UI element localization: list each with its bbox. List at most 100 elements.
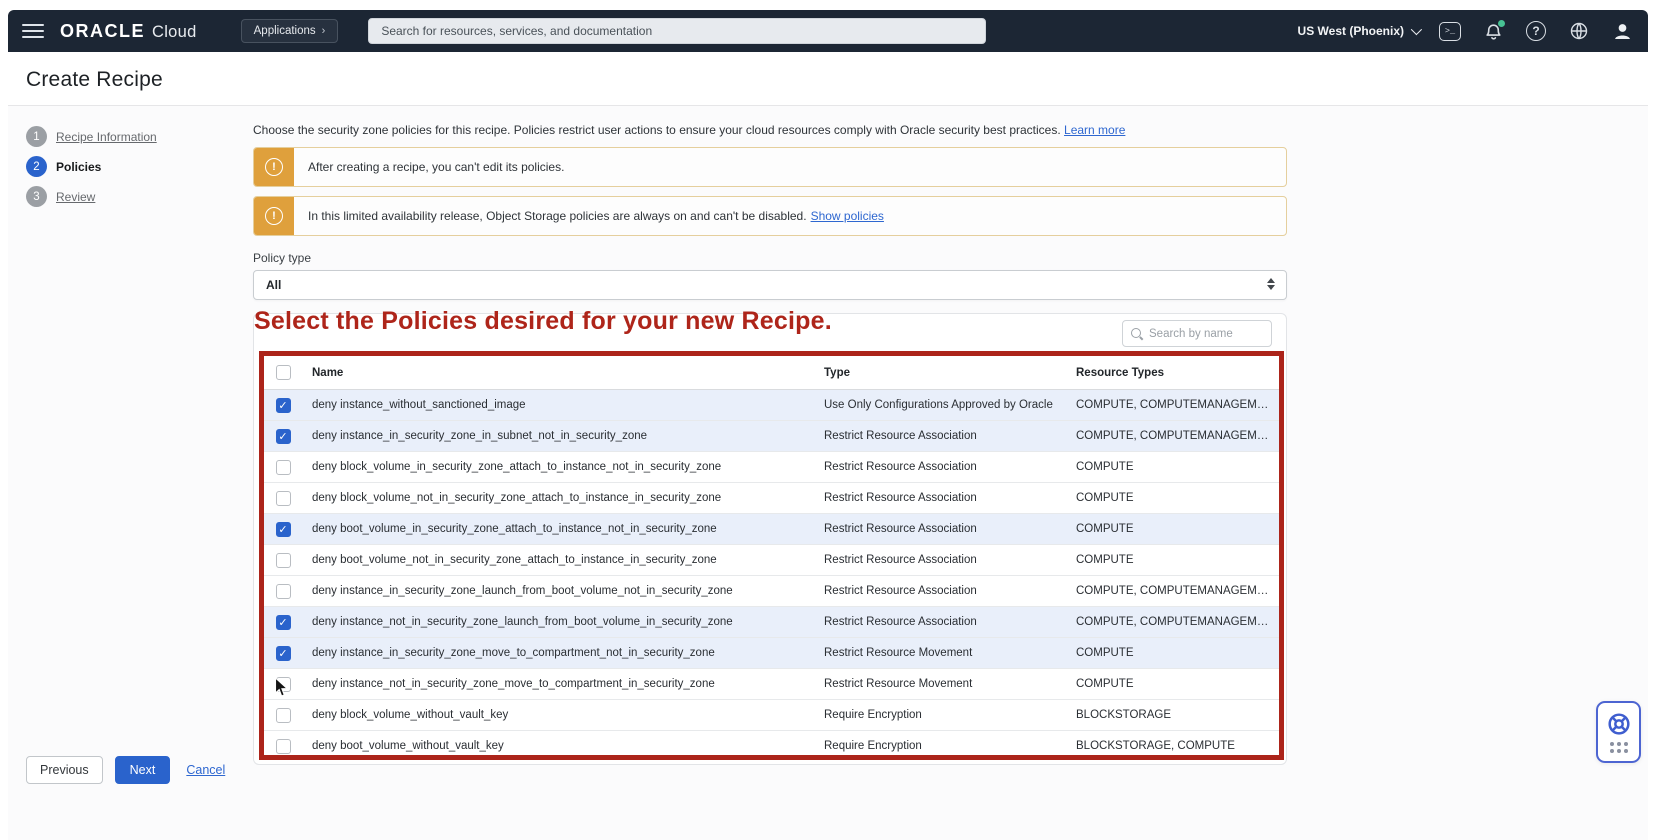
help-button[interactable]: ? [1524, 19, 1548, 43]
table-row[interactable]: deny block_volume_not_in_security_zone_a… [264, 483, 1279, 514]
row-checkbox[interactable]: ✓ [276, 615, 291, 630]
question-icon: ? [1526, 21, 1546, 41]
policy-type-value: All [266, 278, 281, 292]
global-search-input[interactable] [368, 18, 986, 44]
warning-icon-block: ! [254, 148, 294, 186]
learn-more-link[interactable]: Learn more [1064, 123, 1125, 137]
table-row[interactable]: deny block_volume_in_security_zone_attac… [264, 452, 1279, 483]
table-row[interactable]: deny instance_not_in_security_zone_move_… [264, 669, 1279, 700]
page-title: Create Recipe [26, 68, 163, 92]
policy-type: Require Encryption [814, 709, 1066, 721]
step-label[interactable]: Review [56, 190, 95, 204]
row-checkbox[interactable] [276, 460, 291, 475]
warning-icon: ! [265, 158, 283, 176]
support-widget[interactable] [1596, 701, 1641, 763]
next-button[interactable]: Next [115, 756, 171, 784]
step-number: 2 [26, 156, 47, 177]
policies-panel: Select the Policies desired for your new… [253, 313, 1287, 765]
row-checkbox[interactable] [276, 708, 291, 723]
table-row[interactable]: ✓ deny boot_volume_in_security_zone_attac… [264, 514, 1279, 545]
row-checkbox[interactable]: ✓ [276, 646, 291, 661]
column-header-type[interactable]: Type [814, 367, 1066, 379]
row-checkbox-cell: ✓ [264, 646, 302, 661]
policy-resource-types: COMPUTE, COMPUTEMANAGEMENT [1066, 399, 1279, 411]
region-selector[interactable]: US West (Phoenix) [1298, 24, 1419, 38]
policy-table-body: ✓deny instance_without_sanctioned_imageU… [264, 390, 1279, 760]
row-checkbox-cell [264, 708, 302, 723]
policy-resource-types: COMPUTE [1066, 678, 1279, 690]
wizard-footer: Previous Next Cancel [26, 756, 225, 784]
policy-resource-types: COMPUTE [1066, 523, 1279, 535]
table-row[interactable]: ✓deny instance_not_in_security_zone_laun… [264, 607, 1279, 638]
select-all-checkbox[interactable] [276, 365, 291, 380]
policy-type: Restrict Resource Movement [814, 647, 1066, 659]
chevron-down-icon [1411, 24, 1422, 35]
row-checkbox[interactable]: ✓ [276, 429, 291, 444]
policy-resource-types: BLOCKSTORAGE [1066, 709, 1279, 721]
table-row[interactable]: ✓ deny instance_in_security_zone_move_to_… [264, 638, 1279, 669]
policy-name: deny boot_volume_in_security_zone_attach… [302, 523, 814, 535]
applications-label: Applications [254, 25, 316, 37]
show-policies-link[interactable]: Show policies [811, 209, 884, 223]
policy-resource-types: COMPUTE, COMPUTEMANAGEMENT [1066, 616, 1279, 628]
row-checkbox[interactable]: ✓ [276, 398, 291, 413]
wizard-steps: 1 Recipe Information 2 Policies 3 Review [26, 126, 236, 216]
oracle-cloud-logo[interactable]: ORACLE Cloud [60, 21, 197, 42]
policy-name: deny instance_in_security_zone_move_to_c… [302, 647, 814, 659]
column-header-resource-types[interactable]: Resource Types [1066, 367, 1279, 379]
previous-button[interactable]: Previous [26, 756, 103, 784]
table-row[interactable]: deny boot_volume_not_in_security_zone_at… [264, 545, 1279, 576]
banner-edit-warning: ! After creating a recipe, you can't edi… [253, 147, 1287, 187]
row-checkbox[interactable] [276, 584, 291, 599]
step-number: 1 [26, 126, 47, 147]
step-review[interactable]: 3 Review [26, 186, 236, 207]
row-checkbox[interactable] [276, 491, 291, 506]
step-recipe-information[interactable]: 1 Recipe Information [26, 126, 236, 147]
table-row[interactable]: deny instance_in_security_zone_launch_fr… [264, 576, 1279, 607]
row-checkbox-cell [264, 584, 302, 599]
policy-name: deny block_volume_not_in_security_zone_a… [302, 492, 814, 504]
policy-resource-types: COMPUTE [1066, 647, 1279, 659]
table-row[interactable]: ✓deny instance_in_security_zone_in_subne… [264, 421, 1279, 452]
notifications-button[interactable] [1481, 19, 1505, 43]
row-checkbox[interactable] [276, 553, 291, 568]
row-checkbox-cell: ✓ [264, 398, 302, 413]
globe-icon [1569, 21, 1589, 41]
table-row[interactable]: deny boot_volume_without_vault_keyRequir… [264, 731, 1279, 760]
language-button[interactable] [1567, 19, 1591, 43]
policy-name: deny instance_not_in_security_zone_move_… [302, 678, 814, 690]
row-checkbox[interactable] [276, 677, 291, 692]
applications-button[interactable]: Applications › [241, 19, 339, 43]
topbar-right-group: US West (Phoenix) >_ ? [1298, 19, 1634, 43]
row-checkbox[interactable] [276, 739, 291, 754]
policy-name: deny instance_in_security_zone_launch_fr… [302, 585, 814, 597]
policy-name: deny boot_volume_not_in_security_zone_at… [302, 554, 814, 566]
policy-type: Restrict Resource Association [814, 430, 1066, 442]
column-header-name[interactable]: Name [302, 367, 814, 379]
row-checkbox[interactable]: ✓ [276, 522, 291, 537]
table-row[interactable]: deny block_volume_without_vault_keyRequi… [264, 700, 1279, 731]
policy-type: Restrict Resource Association [814, 461, 1066, 473]
table-search-box[interactable] [1122, 320, 1272, 347]
row-checkbox-cell [264, 739, 302, 754]
hamburger-menu-icon[interactable] [22, 24, 44, 39]
cloud-shell-button[interactable]: >_ [1438, 19, 1462, 43]
table-search-input[interactable] [1149, 328, 1259, 340]
banner-text: In this limited availability release, Ob… [294, 197, 898, 235]
cancel-link[interactable]: Cancel [186, 763, 225, 777]
life-buoy-icon [1606, 711, 1632, 737]
policy-name: deny block_volume_in_security_zone_attac… [302, 461, 814, 473]
profile-button[interactable] [1610, 19, 1634, 43]
table-row[interactable]: ✓deny instance_without_sanctioned_imageU… [264, 390, 1279, 421]
banner-text: After creating a recipe, you can't edit … [294, 148, 578, 186]
table-header-row: Name Type Resource Types [264, 356, 1279, 390]
step-label[interactable]: Recipe Information [56, 130, 157, 144]
policy-type: Restrict Resource Association [814, 616, 1066, 628]
chevron-right-icon: › [322, 25, 326, 37]
warning-icon-block: ! [254, 197, 294, 235]
row-checkbox-cell: ✓ [264, 522, 302, 537]
step-label: Policies [56, 160, 101, 174]
step-policies[interactable]: 2 Policies [26, 156, 236, 177]
policy-resource-types: COMPUTE [1066, 461, 1279, 473]
policy-type-select[interactable]: All [253, 270, 1287, 300]
